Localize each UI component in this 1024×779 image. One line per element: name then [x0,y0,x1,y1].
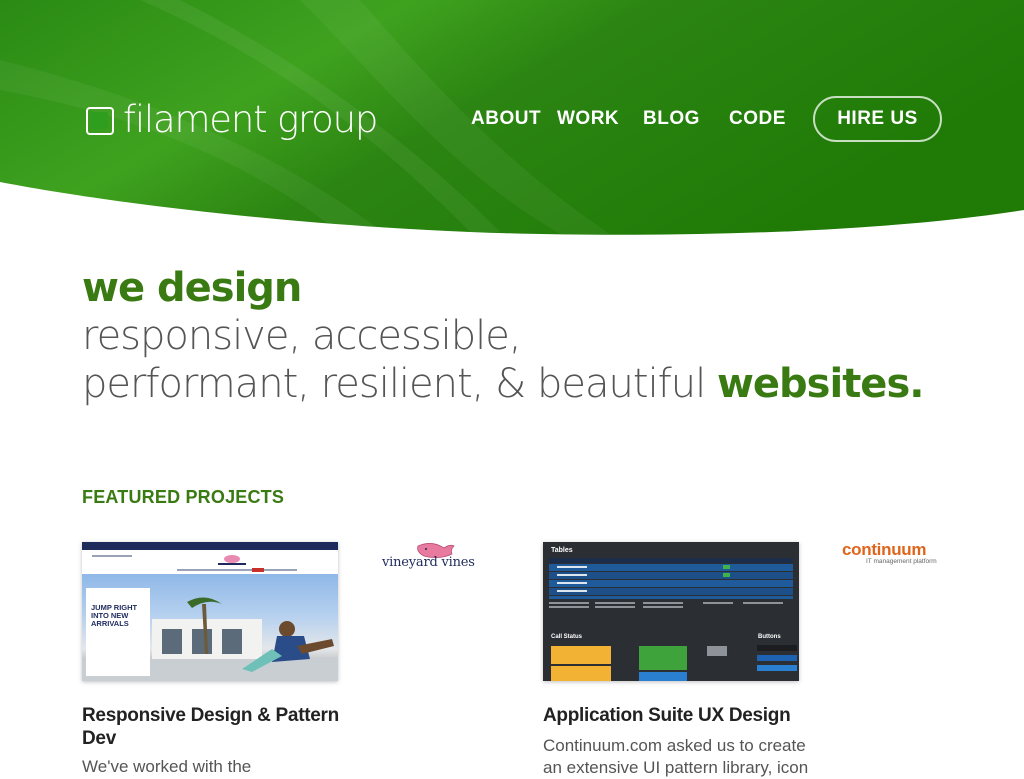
thumb-heading-buttons: Buttons [758,634,781,640]
project-title-responsive-design[interactable]: Responsive Design & Pattern Dev [82,704,382,750]
hero-line-3-text: performant, resilient, & beautiful [82,361,706,407]
vineyard-vines-wordmark: vineyard vines [382,555,475,570]
vineyard-vines-logo: vineyard vines [380,540,484,576]
site-header: filament group ABOUT WORK BLOG CODE HIRE… [0,0,1024,240]
project-title-application-suite[interactable]: Application Suite UX Design [543,704,843,727]
continuum-logo: continuum IT management platform [842,540,952,570]
thumb-heading-call-status: Call Status [551,634,583,640]
thumb-nav-graphic [92,555,297,572]
project-desc-line-1: Continuum.com asked us to create [543,736,806,755]
nav-about[interactable]: ABOUT [471,108,541,130]
nav-work[interactable]: WORK [557,108,619,130]
project-thumbnail-continuum[interactable]: Tables Call Status Buttons [543,542,799,681]
hero-line-1: we design [82,264,982,312]
nav-code[interactable]: CODE [729,108,786,130]
hero-emphasis: websites. [716,361,924,407]
hero-line-3: performant, resilient, & beautiful websi… [82,360,982,408]
hire-us-button[interactable]: HIRE US [813,96,942,142]
featured-projects-heading: FEATURED PROJECTS [82,487,285,507]
continuum-tagline: IT management platform [866,558,937,565]
project-desc-responsive-design: We've worked with the [82,757,252,776]
project-desc-application-suite: Continuum.com asked us to create an exte… [543,735,843,779]
thumb-promo-headline: JUMP RIGHT INTO NEW ARRIVALS [91,603,138,628]
thumb-top-bar [82,542,338,550]
main-nav: ABOUT WORK BLOG CODE HIRE US [0,96,1024,142]
nav-blog[interactable]: BLOG [643,108,700,130]
thumb-nav-bar [82,550,338,574]
hero-tagline: we design responsive, accessible, perfor… [82,264,982,408]
thumb-promo-panel [86,588,150,676]
project-thumbnail-vineyard-vines[interactable]: JUMP RIGHT INTO NEW ARRIVALS [82,542,338,681]
continuum-wordmark: continuum [842,540,927,559]
project-title-line-1: Responsive Design & Pattern [82,705,339,726]
hero-lead: we design [82,265,302,311]
project-desc-line-2: an extensive UI pattern library, icon [543,758,809,777]
hero-line-2: responsive, accessible, [82,313,522,359]
thumb-dashboard-graphic [549,558,797,681]
project-title-line-2: Dev [82,728,116,749]
